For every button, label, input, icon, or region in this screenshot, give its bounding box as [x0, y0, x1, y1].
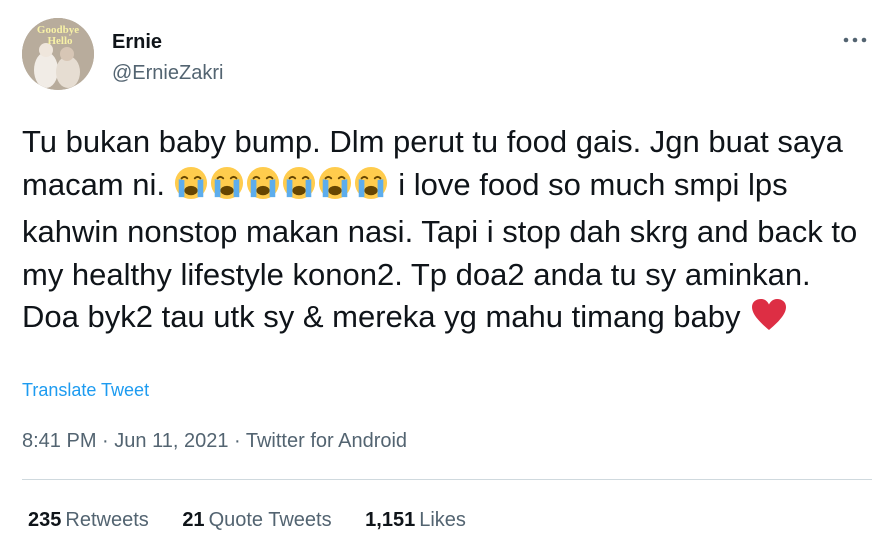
- quote-tweets-label: Quote Tweets: [208, 509, 332, 531]
- translate-tweet-link[interactable]: Translate Tweet: [22, 379, 149, 401]
- meta-separator: ·: [228, 430, 246, 452]
- tweet-stats: 235 Retweets 21 Quote Tweets 1,151 Likes: [28, 507, 494, 533]
- retweets-count: 235: [28, 509, 62, 531]
- red-heart-icon: [752, 299, 787, 330]
- likes-label: Likes: [419, 509, 466, 531]
- avatar-image: Goodbye Hello: [22, 18, 94, 90]
- loudly-crying-face-icon: [282, 166, 315, 199]
- quote-tweets-count: 21: [182, 509, 205, 531]
- tweet-text: Tu bukan baby bump. Dlm perut tu food ga…: [22, 121, 872, 339]
- more-options-icon[interactable]: [840, 30, 870, 50]
- tweet-source[interactable]: Twitter for Android: [246, 430, 407, 452]
- divider: [22, 479, 872, 480]
- user-handle[interactable]: @ErnieZakri: [112, 61, 223, 85]
- avatar[interactable]: Goodbye Hello: [22, 18, 94, 90]
- likes-stat[interactable]: 1,151 Likes: [365, 507, 466, 533]
- loudly-crying-face-icon: [174, 166, 207, 199]
- tweet-metadata: 8:41 PM · Jun 11, 2021 · Twitter for And…: [22, 428, 407, 454]
- retweets-label: Retweets: [65, 509, 149, 531]
- display-name[interactable]: Ernie: [112, 30, 162, 54]
- tweet-time[interactable]: 8:41 PM: [22, 430, 96, 452]
- likes-count: 1,151: [365, 509, 416, 531]
- crying-emoji-row: [174, 166, 390, 212]
- avatar-text-hello: Hello: [47, 35, 73, 47]
- tweet-card: Goodbye Hello Ernie @ErnieZakri Tu bukan…: [0, 0, 888, 556]
- retweets-stat[interactable]: 235 Retweets: [28, 507, 149, 533]
- loudly-crying-face-icon: [318, 166, 351, 199]
- loudly-crying-face-icon: [210, 166, 243, 199]
- loudly-crying-face-icon: [354, 166, 387, 199]
- loudly-crying-face-icon: [246, 166, 279, 199]
- tweet-date[interactable]: Jun 11, 2021: [114, 430, 228, 452]
- meta-separator: ·: [96, 430, 115, 452]
- quote-tweets-stat[interactable]: 21 Quote Tweets: [182, 507, 331, 533]
